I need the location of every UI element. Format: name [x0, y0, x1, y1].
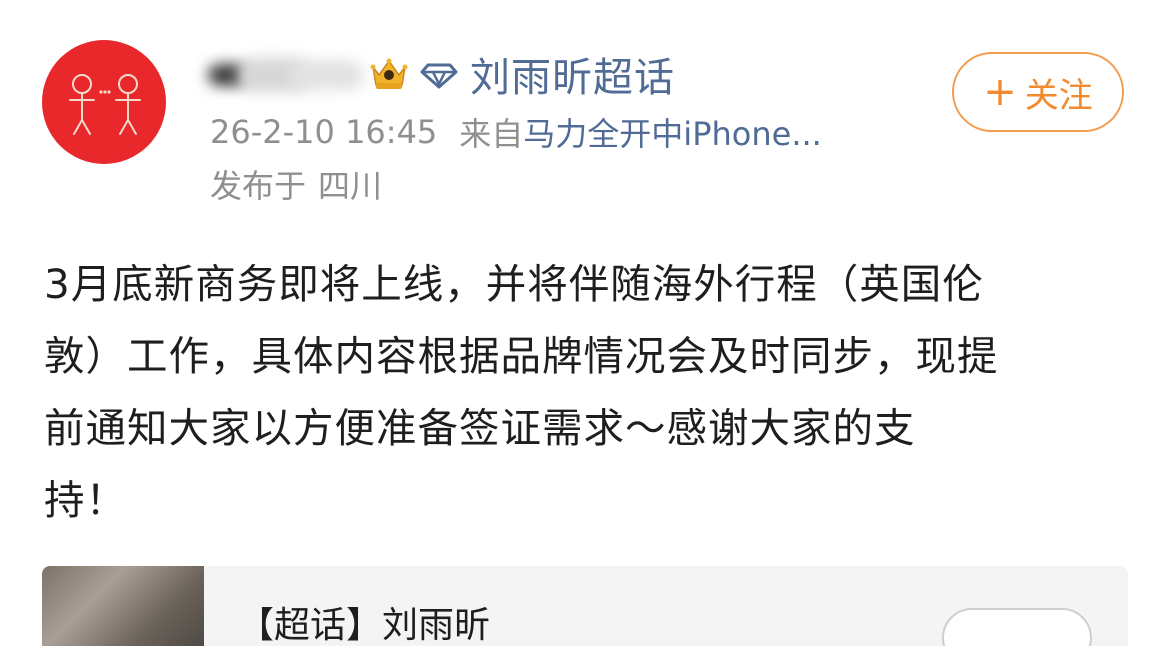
- post-body-line: 敦）工作，具体内容根据品牌情况会及时同步，现提: [44, 332, 999, 380]
- author-name-redacted[interactable]: [208, 52, 364, 96]
- avatar-stick-figures-icon: [69, 74, 141, 135]
- post-timestamp: 26-2-10 16:45: [210, 113, 438, 151]
- topic-card-thumbnail: [42, 566, 204, 646]
- author-avatar[interactable]: [42, 40, 166, 164]
- post-body-line: 前通知大家以方便准备签证需求～感谢大家的支: [44, 404, 916, 452]
- source-client-link[interactable]: 马力全开中iPhone...: [523, 109, 822, 155]
- post-body: 3月底新商务即将上线，并将伴随海外行程（英国伦 敦）工作，具体内容根据品牌情况会…: [44, 248, 1134, 536]
- post-body-line: 持！: [44, 476, 127, 524]
- crown-badge-icon: [370, 58, 408, 89]
- author-name-row: 刘雨昕超话: [208, 44, 675, 104]
- post-location: 发布于 四川: [210, 162, 382, 206]
- follow-button[interactable]: + 关注: [952, 52, 1124, 132]
- topic-card-button[interactable]: [942, 608, 1092, 646]
- diamond-icon: [420, 63, 458, 89]
- topic-card-title: 【超话】刘雨昕: [238, 605, 491, 646]
- plus-icon: +: [983, 69, 1017, 115]
- post-meta: 26-2-10 16:45 来自 马力全开中iPhone...: [210, 110, 822, 154]
- topic-card[interactable]: 【超话】刘雨昕: [42, 566, 1128, 646]
- post-body-line: 3月底新商务即将上线，并将伴随海外行程（英国伦: [44, 260, 984, 308]
- topic-link[interactable]: 刘雨昕超话: [470, 45, 675, 103]
- location-prefix: 发布于: [210, 167, 307, 205]
- follow-label: 关注: [1024, 75, 1093, 116]
- source-prefix: 来自: [459, 115, 524, 153]
- location-value: 四川: [318, 167, 383, 205]
